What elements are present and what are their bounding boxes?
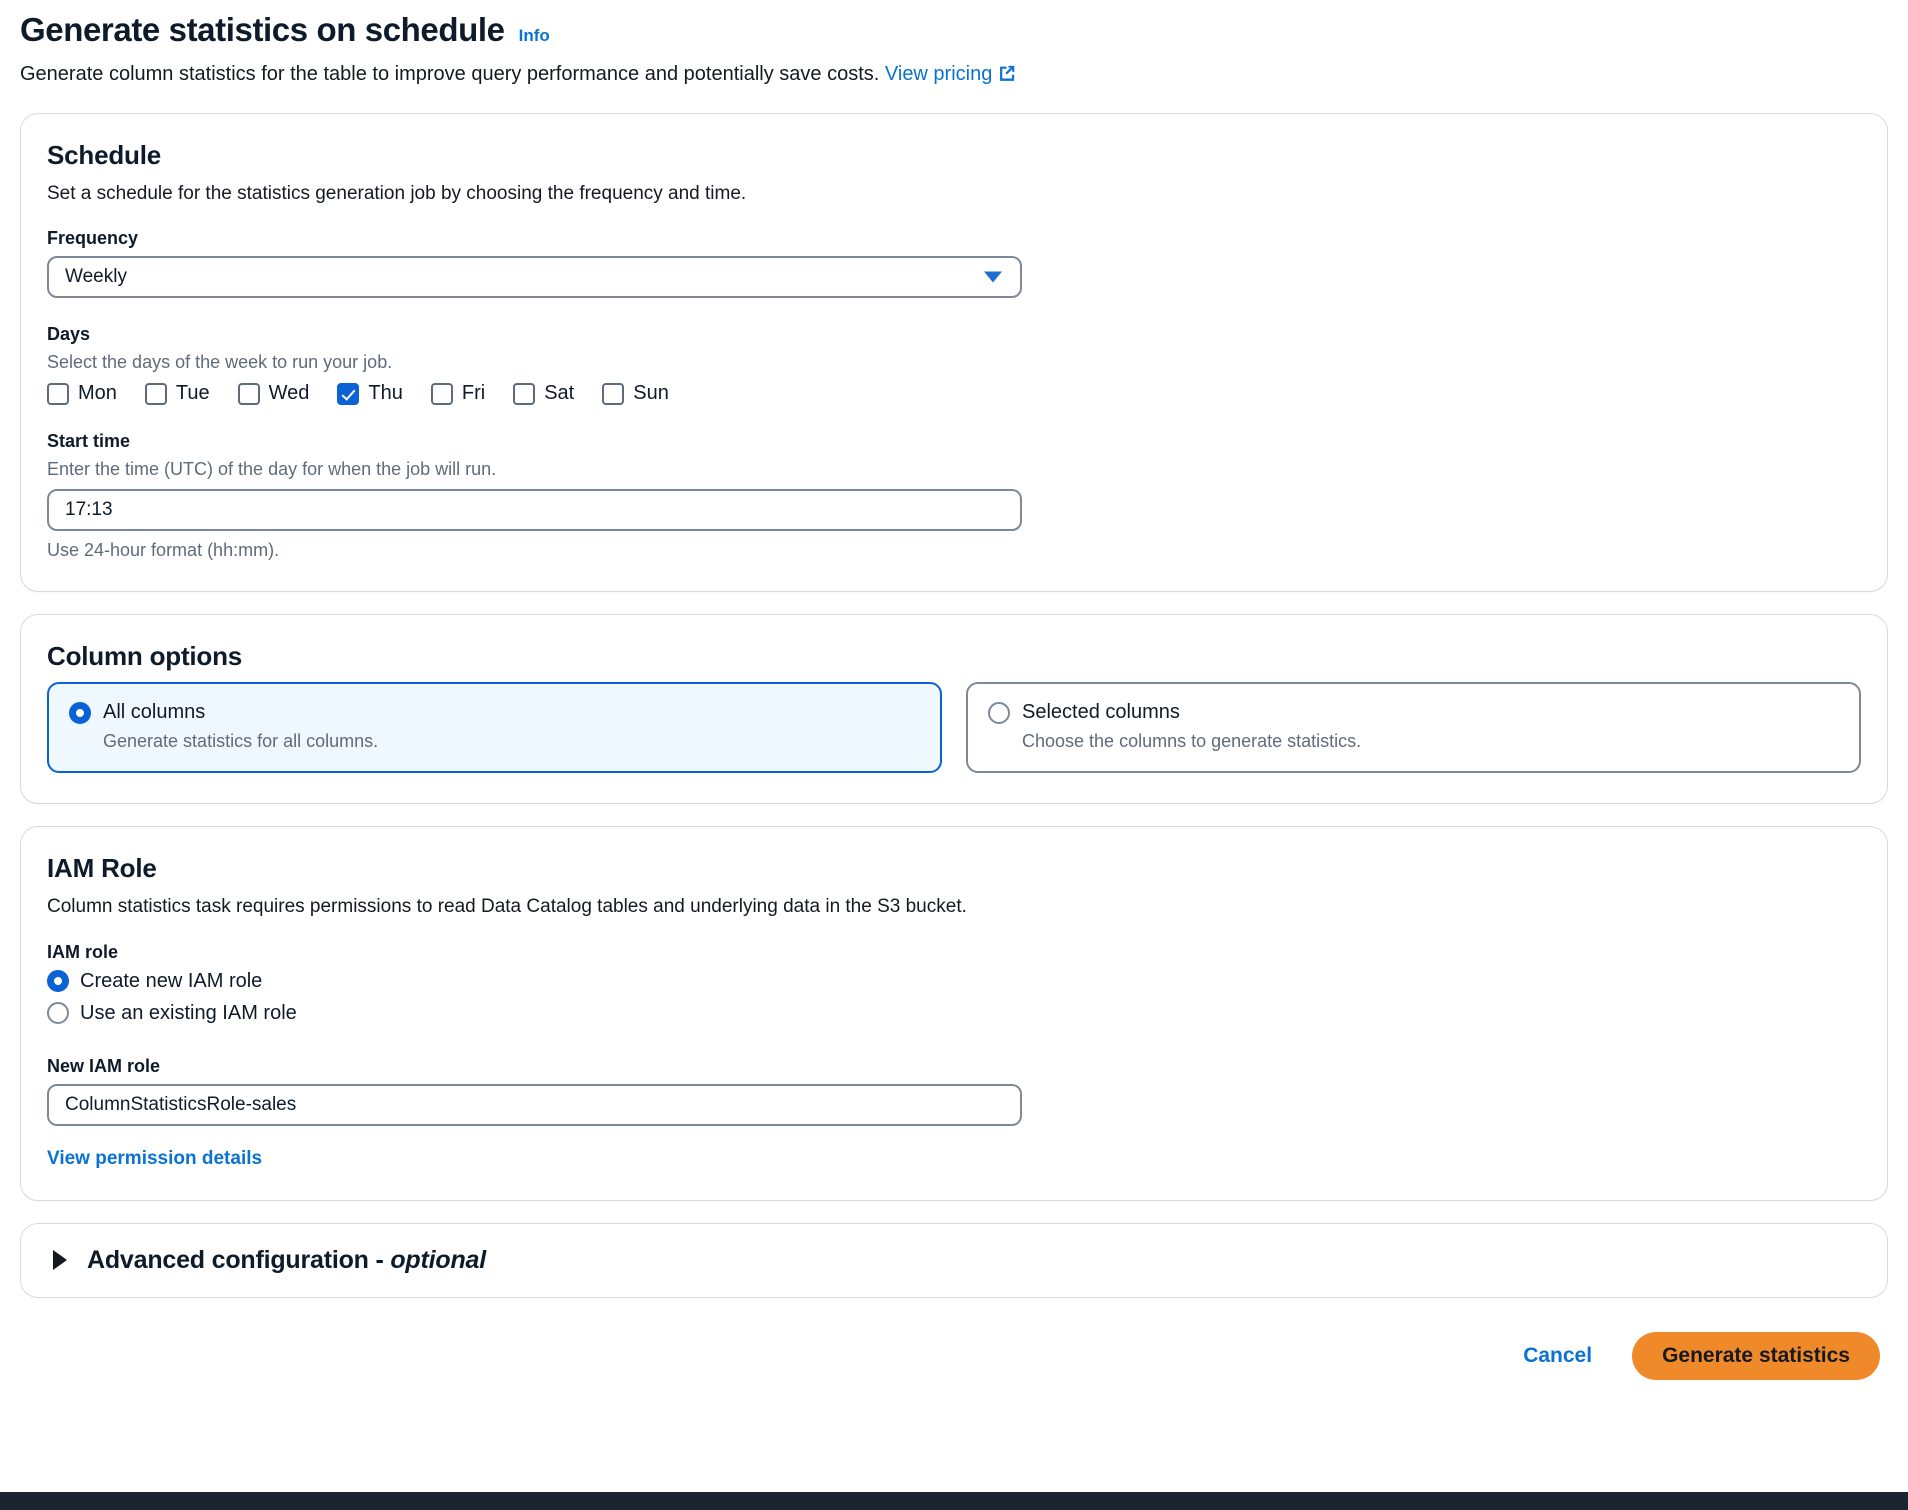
tile-head: All columns [69, 701, 920, 724]
info-link[interactable]: Info [519, 26, 550, 46]
view-pricing-label: View pricing [885, 63, 992, 85]
day-label: Sun [633, 382, 669, 405]
radio-icon [47, 1002, 69, 1024]
advanced-configuration-title: Advanced configuration - optional [87, 1246, 486, 1275]
generate-statistics-button[interactable]: Generate statistics [1632, 1332, 1880, 1380]
day-checkbox-fri[interactable]: Fri [431, 382, 485, 405]
iam-role-description: Column statistics task requires permissi… [47, 894, 1861, 920]
page-description: Generate column statistics for the table… [20, 61, 1888, 91]
checkbox-icon [431, 383, 453, 405]
page-header: Generate statistics on schedule Info Gen… [20, 0, 1888, 91]
checkbox-icon [602, 383, 624, 405]
radio-label: Use an existing IAM role [80, 1002, 297, 1025]
spacer [47, 298, 1861, 324]
day-label: Fri [462, 382, 485, 405]
day-checkbox-wed[interactable]: Wed [238, 382, 310, 405]
day-label: Thu [368, 382, 402, 405]
start-time-help: Use 24-hour format (hh:mm). [47, 540, 1861, 561]
tile-head: Selected columns [988, 701, 1839, 724]
iam-role-card: IAM Role Column statistics task requires… [20, 826, 1888, 1201]
view-pricing-link[interactable]: View pricing [885, 63, 1016, 85]
spacer [47, 1034, 1861, 1056]
frequency-select[interactable]: Weekly [47, 256, 1022, 298]
schedule-description: Set a schedule for the statistics genera… [47, 181, 1861, 207]
start-time-value: 17:13 [65, 499, 113, 521]
frequency-value: Weekly [65, 266, 127, 288]
days-hint: Select the days of the week to run your … [47, 352, 1861, 373]
day-checkbox-tue[interactable]: Tue [145, 382, 210, 405]
schedule-title: Schedule [47, 140, 1861, 171]
advanced-configuration-expander[interactable]: Advanced configuration - optional [20, 1223, 1888, 1298]
spacer [47, 405, 1861, 431]
tile-label: Selected columns [1022, 701, 1180, 724]
checkbox-icon [513, 383, 535, 405]
radio-tile-selected-columns[interactable]: Selected columns Choose the columns to g… [966, 682, 1861, 773]
chevron-down-icon [984, 272, 1002, 283]
bottom-bar [0, 1492, 1908, 1510]
day-label: Wed [269, 382, 310, 405]
day-checkbox-sat[interactable]: Sat [513, 382, 574, 405]
tile-label: All columns [103, 701, 205, 724]
tile-description: Choose the columns to generate statistic… [1022, 731, 1839, 752]
radio-selected-icon [69, 702, 91, 724]
new-iam-role-label: New IAM role [47, 1056, 1861, 1077]
triangle-right-icon [53, 1250, 67, 1270]
day-checkbox-mon[interactable]: Mon [47, 382, 117, 405]
page-description-text: Generate column statistics for the table… [20, 63, 879, 85]
cancel-button[interactable]: Cancel [1519, 1338, 1596, 1374]
advanced-configuration-optional: optional [390, 1246, 486, 1274]
external-link-icon [997, 64, 1016, 91]
schedule-card: Schedule Set a schedule for the statisti… [20, 113, 1888, 593]
iam-role-field-label: IAM role [47, 942, 1861, 963]
start-time-label: Start time [47, 431, 1861, 452]
radio-tile-all-columns[interactable]: All columns Generate statistics for all … [47, 682, 942, 773]
page-title: Generate statistics on schedule [20, 10, 505, 50]
day-checkbox-sun[interactable]: Sun [602, 382, 669, 405]
radio-label: Create new IAM role [80, 970, 262, 993]
day-checkbox-thu[interactable]: Thu [337, 382, 402, 405]
checkbox-checked-icon [337, 383, 359, 405]
checkbox-icon [145, 383, 167, 405]
day-label: Tue [176, 382, 210, 405]
start-time-input[interactable]: 17:13 [47, 489, 1022, 531]
radio-selected-icon [47, 970, 69, 992]
form-actions: Cancel Generate statistics [20, 1332, 1888, 1380]
day-label: Mon [78, 382, 117, 405]
column-options-card: Column options All columns Generate stat… [20, 614, 1888, 804]
generate-statistics-page: Generate statistics on schedule Info Gen… [0, 0, 1908, 1510]
new-iam-role-input[interactable]: ColumnStatisticsRole-sales [47, 1084, 1022, 1126]
iam-role-title: IAM Role [47, 853, 1861, 884]
view-permission-details-link[interactable]: View permission details [47, 1148, 262, 1170]
radio-icon [988, 702, 1010, 724]
day-label: Sat [544, 382, 574, 405]
column-options-radio-group: All columns Generate statistics for all … [47, 682, 1861, 773]
checkbox-icon [238, 383, 260, 405]
radio-use-existing-iam-role[interactable]: Use an existing IAM role [47, 1002, 1861, 1025]
tile-description: Generate statistics for all columns. [103, 731, 920, 752]
new-iam-role-value: ColumnStatisticsRole-sales [65, 1094, 296, 1116]
radio-create-new-iam-role[interactable]: Create new IAM role [47, 970, 1861, 993]
checkbox-icon [47, 383, 69, 405]
days-checkbox-group: Mon Tue Wed Thu Fri Sat [47, 382, 1861, 405]
start-time-hint: Enter the time (UTC) of the day for when… [47, 459, 1861, 480]
column-options-title: Column options [47, 641, 1861, 672]
advanced-configuration-label: Advanced configuration - [87, 1246, 390, 1274]
days-label: Days [47, 324, 1861, 345]
title-row: Generate statistics on schedule Info [20, 10, 1888, 50]
frequency-label: Frequency [47, 228, 1861, 249]
